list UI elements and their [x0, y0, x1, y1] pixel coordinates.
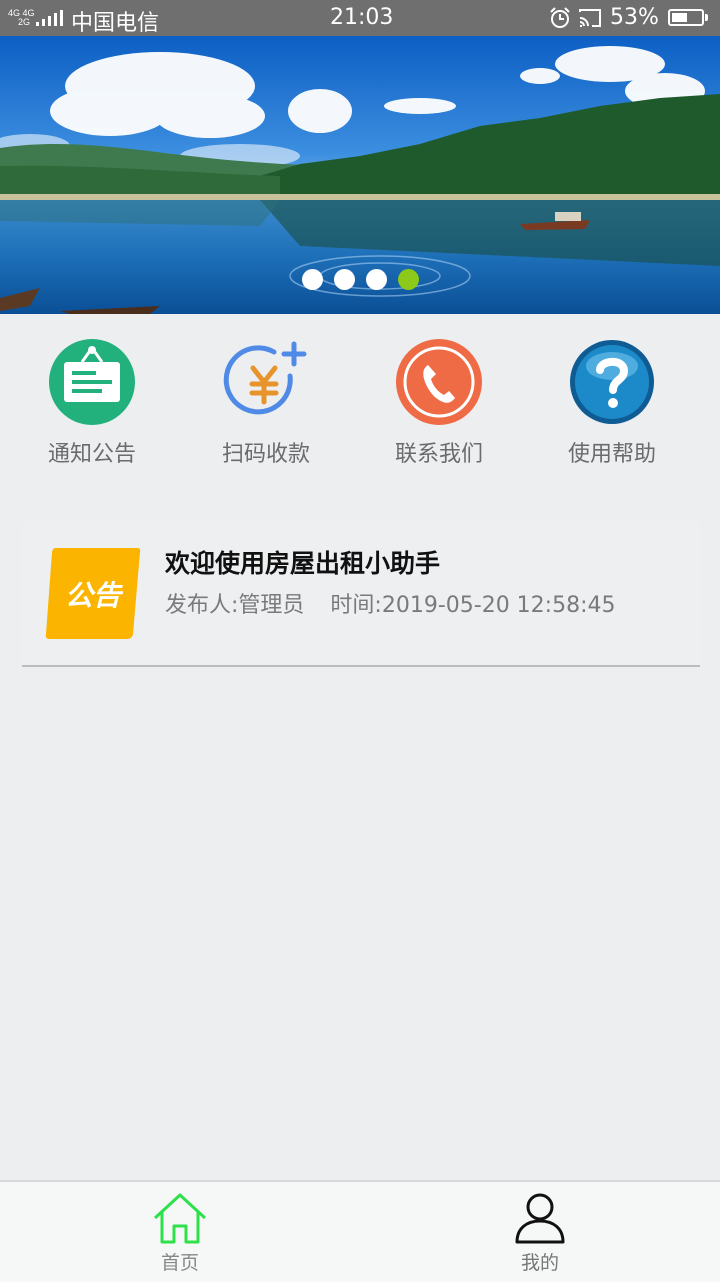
nav-home[interactable]: 首页 — [0, 1182, 360, 1282]
home-icon — [153, 1193, 207, 1244]
network-type-bottom: 2G — [18, 17, 31, 27]
menu-item-help[interactable]: 使用帮助 — [525, 338, 699, 478]
banner-carousel[interactable] — [0, 36, 720, 314]
clock: 21:03 — [330, 5, 394, 30]
menu-item-contact[interactable]: 联系我们 — [352, 338, 526, 478]
user-icon — [515, 1193, 565, 1244]
notice-badge: 公告 — [45, 544, 141, 640]
phone-icon — [396, 339, 482, 425]
carousel-dot[interactable] — [398, 269, 419, 290]
nav-mine-label: 我的 — [520, 1252, 559, 1274]
help-icon — [570, 340, 654, 424]
menu-label-contact: 联系我们 — [394, 442, 483, 467]
network-type: 4G 4G 2G — [8, 9, 35, 27]
status-bar: 4G 4G 2G 中国电信 21:03 53% — [0, 0, 720, 36]
carousel-indicator — [0, 269, 720, 291]
menu-item-notice[interactable]: 通知公告 — [5, 338, 179, 478]
alarm-icon — [550, 7, 570, 28]
notice-title: 欢迎使用房屋出租小助手 — [165, 549, 441, 578]
quick-menu: 通知公告 扫码收款 联系我们 使用帮助 — [0, 314, 720, 484]
carousel-dot[interactable] — [366, 269, 387, 290]
menu-label-notice: 通知公告 — [47, 442, 136, 467]
battery-tip — [705, 14, 708, 21]
battery-level — [672, 13, 687, 22]
menu-label-help: 使用帮助 — [567, 442, 656, 467]
carrier-name: 中国电信 — [71, 11, 160, 36]
scan-payment-icon — [223, 341, 307, 415]
signal-icon — [36, 10, 63, 26]
notice-meta: 发布人:管理员 时间:2019-05-20 12:58:45 — [165, 587, 616, 619]
carousel-dot[interactable] — [334, 269, 355, 290]
menu-item-scan-pay[interactable]: 扫码收款 — [179, 338, 353, 478]
notice-time: 时间:2019-05-20 12:58:45 — [330, 593, 616, 618]
notice-badge-text: 公告 — [64, 579, 121, 612]
notice-board-icon — [49, 339, 135, 425]
cast-icon — [579, 9, 601, 27]
bottom-nav: 首页 我的 — [0, 1180, 720, 1282]
menu-label-scan-pay: 扫码收款 — [221, 442, 310, 467]
notice-list-item[interactable]: 公告 欢迎使用房屋出租小助手 发布人:管理员 时间:2019-05-20 12:5… — [22, 522, 700, 667]
battery-icon — [668, 9, 704, 26]
carousel-dot[interactable] — [302, 269, 323, 290]
nav-mine[interactable]: 我的 — [360, 1182, 720, 1282]
notice-publisher: 发布人:管理员 — [165, 593, 305, 618]
nav-home-label: 首页 — [160, 1252, 199, 1274]
battery-percent: 53% — [610, 5, 659, 30]
